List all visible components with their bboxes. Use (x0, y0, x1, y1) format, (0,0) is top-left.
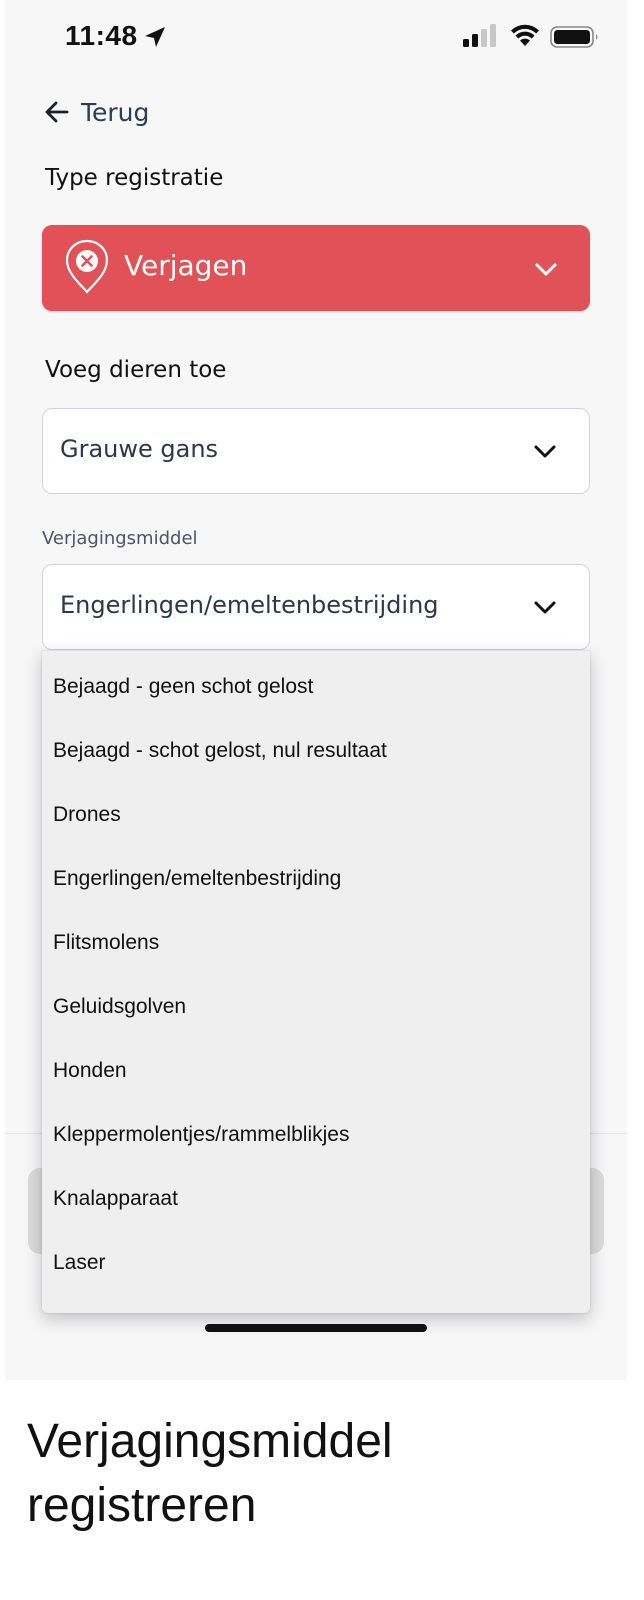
caption-line-1: Verjagingsmiddel (27, 1415, 393, 1468)
status-bar: 11:48 (5, 0, 627, 80)
page-caption: Verjagingsmiddel registreren (27, 1410, 627, 1538)
type-registration-value: Verjagen (124, 249, 248, 282)
caption-line-2: registreren (27, 1479, 257, 1532)
means-label: Verjagingsmiddel (42, 528, 198, 549)
means-select-value: Engerlingen/emeltenbestrijding (60, 591, 439, 619)
dropdown-option[interactable]: Bejaagd - schot gelost, nul resultaat (53, 731, 573, 771)
dropdown-option[interactable]: Geluidsgolven (53, 987, 573, 1027)
dropdown-option[interactable]: Honden (53, 1051, 573, 1091)
chevron-down-icon (535, 263, 557, 276)
cell-signal-icon (463, 24, 496, 47)
dropdown-option[interactable]: Bejaagd - geen schot gelost (53, 667, 573, 707)
phone-screen: 11:48 Terug Type registratie Verjagen Vo… (5, 0, 627, 1380)
means-dropdown-list: Bejaagd - geen schot gelost Bejaagd - sc… (42, 651, 590, 1313)
back-link[interactable]: Terug (43, 92, 149, 132)
dropdown-option[interactable]: Drones (53, 795, 573, 835)
type-registration-label: Type registratie (45, 165, 224, 191)
location-arrow-icon (145, 27, 165, 47)
dropdown-option[interactable]: Laser (53, 1243, 573, 1283)
add-animals-label: Voeg dieren toe (45, 357, 227, 383)
dropdown-option[interactable]: Engerlingen/emeltenbestrijding (53, 859, 573, 899)
back-label: Terug (81, 97, 150, 127)
wifi-icon (511, 24, 539, 46)
means-select[interactable]: Engerlingen/emeltenbestrijding (42, 564, 590, 650)
dropdown-option[interactable]: Flitsmolens (53, 923, 573, 963)
animals-select[interactable]: Grauwe gans (42, 408, 590, 494)
animals-select-value: Grauwe gans (60, 435, 219, 463)
location-pin-x-icon (65, 239, 109, 294)
dropdown-option[interactable]: Knalapparaat (53, 1179, 573, 1219)
chevron-down-icon (534, 601, 556, 614)
type-registration-select[interactable]: Verjagen (42, 225, 590, 311)
status-time: 11:48 (65, 20, 138, 51)
chevron-down-icon (534, 445, 556, 458)
home-indicator[interactable] (205, 1324, 427, 1332)
dropdown-option[interactable]: Kleppermolentjes/rammelblikjes (53, 1115, 573, 1155)
arrow-left-icon (45, 101, 69, 123)
battery-icon (550, 26, 598, 48)
